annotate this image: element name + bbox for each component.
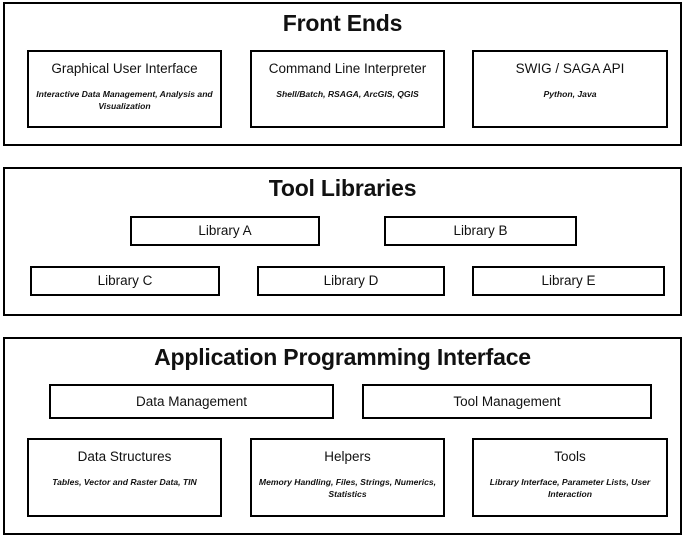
box-title-command-line-interpreter: Command Line Interpreter — [268, 61, 427, 76]
box-tools: Tools Library Interface, Parameter Lists… — [472, 438, 668, 517]
box-subtitle-data-structures: Tables, Vector and Raster Data, TIN — [52, 476, 197, 487]
box-title-tools: Tools — [554, 449, 586, 464]
box-title-library-d: Library D — [323, 273, 379, 289]
box-subtitle-helpers: Memory Handling, Files, Strings, Numeric… — [258, 476, 437, 499]
box-title-tool-management: Tool Management — [453, 393, 561, 409]
box-title-swig-saga-api: SWIG / SAGA API — [515, 61, 625, 76]
layer-panel-application-programming-interface: Application Programming Interface Data M… — [3, 337, 682, 535]
box-title-data-structures: Data Structures — [77, 449, 172, 464]
architecture-diagram: Front Ends Graphical User Interface Inte… — [0, 0, 685, 538]
box-subtitle-graphical-user-interface: Interactive Data Management, Analysis an… — [36, 88, 213, 111]
box-library-d: Library D — [257, 266, 445, 296]
box-title-data-management: Data Management — [135, 393, 248, 409]
box-data-management: Data Management — [49, 384, 334, 419]
box-subtitle-command-line-interpreter: Shell/Batch, RSAGA, ArcGIS, QGIS — [276, 88, 419, 99]
box-title-library-c: Library C — [97, 273, 153, 289]
box-title-helpers: Helpers — [324, 449, 371, 464]
box-graphical-user-interface: Graphical User Interface Interactive Dat… — [27, 50, 222, 128]
box-subtitle-tools: Library Interface, Parameter Lists, User… — [489, 476, 651, 499]
box-title-library-a: Library A — [198, 223, 252, 239]
box-title-library-e: Library E — [541, 273, 596, 289]
box-command-line-interpreter: Command Line Interpreter Shell/Batch, RS… — [250, 50, 445, 128]
box-data-structures: Data Structures Tables, Vector and Raste… — [27, 438, 222, 517]
box-library-b: Library B — [384, 216, 577, 246]
box-library-a: Library A — [130, 216, 320, 246]
box-helpers: Helpers Memory Handling, Files, Strings,… — [250, 438, 445, 517]
box-subtitle-swig-saga-api: Python, Java — [543, 88, 597, 99]
layer-title-application-programming-interface: Application Programming Interface — [154, 344, 531, 370]
box-library-c: Library C — [30, 266, 220, 296]
box-library-e: Library E — [472, 266, 665, 296]
layer-title-front-ends: Front Ends — [282, 10, 403, 36]
box-title-library-b: Library B — [453, 223, 508, 239]
layer-panel-tool-libraries: Tool Libraries Library A Library B Libra… — [3, 167, 682, 316]
layer-title-tool-libraries: Tool Libraries — [268, 175, 417, 201]
box-title-graphical-user-interface: Graphical User Interface — [51, 61, 198, 76]
box-swig-saga-api: SWIG / SAGA API Python, Java — [472, 50, 668, 128]
box-tool-management: Tool Management — [362, 384, 652, 419]
layer-panel-front-ends: Front Ends Graphical User Interface Inte… — [3, 2, 682, 146]
